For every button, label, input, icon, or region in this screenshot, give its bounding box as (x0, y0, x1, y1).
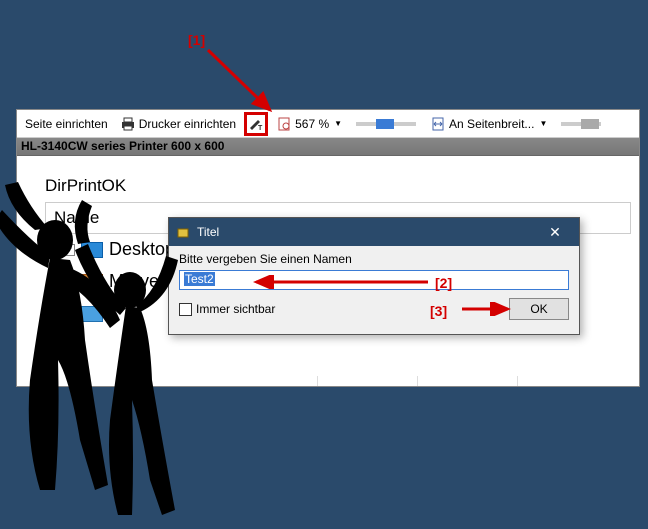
checkbox-label: Immer sichtbar (196, 302, 275, 316)
dialog-footer: Immer sichtbar OK (179, 298, 569, 320)
dialog-body: Bitte vergeben Sie einen Namen Test2 Imm… (169, 246, 579, 326)
always-visible-checkbox[interactable] (179, 303, 192, 316)
dialog-title-text: Titel (197, 225, 219, 239)
pencil-text-icon: T (248, 116, 264, 132)
expand-icon[interactable]: + (63, 244, 75, 256)
toolbar: Seite einrichten Drucker einrichten T 56… (17, 110, 639, 138)
page-setup-button[interactable]: Seite einrichten (21, 115, 112, 133)
slider-thumb[interactable] (376, 119, 394, 129)
printer-setup-label: Drucker einrichten (139, 117, 236, 131)
title-dialog: Titel ✕ Bitte vergeben Sie einen Namen T… (168, 217, 580, 335)
zoom-page-icon (276, 116, 292, 132)
second-slider[interactable] (561, 122, 601, 126)
name-input-value: Test2 (184, 272, 215, 286)
zoom-value: 567 % (295, 117, 329, 131)
column-header-label: Name (54, 208, 99, 228)
drive-icon (81, 306, 103, 322)
fit-width-label: An Seitenbreit... (449, 117, 534, 131)
slider-thumb[interactable] (581, 119, 599, 129)
printer-info-bar: HL-3140CW series Printer 600 x 600 (17, 138, 639, 156)
dialog-prompt: Bitte vergeben Sie einen Namen (179, 252, 569, 266)
expand-icon[interactable]: + (63, 308, 75, 320)
desktop-icon (81, 242, 103, 258)
printer-icon (120, 116, 136, 132)
document-title: DirPrintOK (45, 176, 631, 196)
zoom-display[interactable]: 567 % ▼ (272, 114, 346, 134)
close-button[interactable]: ✕ (537, 224, 573, 241)
printer-info-text: HL-3140CW series Printer 600 x 600 (21, 139, 224, 153)
fit-width-button[interactable]: An Seitenbreit... ▼ (426, 114, 551, 134)
zoom-slider[interactable] (356, 122, 416, 126)
expand-icon[interactable]: + (63, 276, 75, 288)
dialog-icon (175, 224, 191, 240)
grid-lines (17, 376, 639, 386)
svg-text:T: T (258, 125, 263, 132)
chevron-down-icon: ▼ (334, 119, 342, 128)
page-setup-label: Seite einrichten (25, 117, 108, 131)
ok-button[interactable]: OK (509, 298, 569, 320)
text-tool-button[interactable]: T (244, 112, 268, 136)
chevron-down-icon: ▼ (539, 119, 547, 128)
dialog-titlebar[interactable]: Titel ✕ (169, 218, 579, 246)
drive-icon (81, 274, 103, 290)
printer-setup-button[interactable]: Drucker einrichten (116, 114, 240, 134)
fit-width-icon (430, 116, 446, 132)
name-input[interactable]: Test2 (179, 270, 569, 290)
row-label: Desktop (109, 239, 175, 260)
annotation-1: [1] (188, 32, 205, 48)
